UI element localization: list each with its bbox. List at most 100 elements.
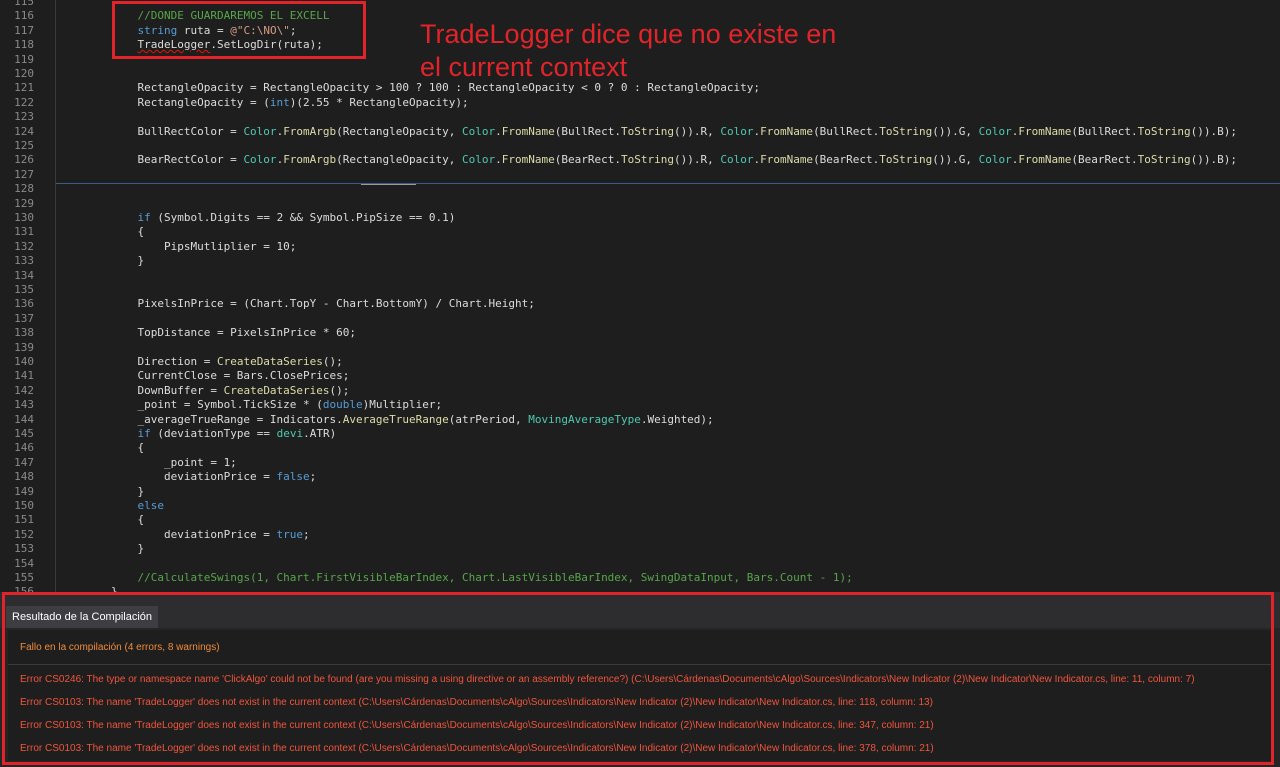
code-text: { bbox=[58, 225, 145, 239]
line-number: 115 bbox=[14, 0, 34, 8]
line-number: 155 bbox=[14, 571, 34, 584]
code-text: _point = Symbol.TickSize * (double)Multi… bbox=[58, 398, 443, 412]
line-number: 116 bbox=[14, 9, 34, 23]
code-line[interactable]: 141 CurrentClose = Bars.ClosePrices; bbox=[0, 369, 1280, 383]
code-line[interactable]: 142 DownBuffer = CreateDataSeries(); bbox=[0, 384, 1280, 398]
line-number: 143 bbox=[14, 398, 34, 412]
line-number: 152 bbox=[14, 527, 34, 541]
line-number: 139 bbox=[14, 340, 34, 354]
line-number: 140 bbox=[14, 355, 34, 368]
code-text: TopDistance = PixelsInPrice * 60; bbox=[58, 326, 357, 340]
code-line[interactable]: 147 _point = 1; bbox=[0, 456, 1280, 470]
line-number: 121 bbox=[14, 81, 34, 95]
code-line[interactable]: 128 bbox=[0, 182, 1280, 196]
code-line[interactable]: 140 Direction = CreateDataSeries(); bbox=[0, 355, 1280, 369]
code-line[interactable]: 138 TopDistance = PixelsInPrice * 60; bbox=[0, 326, 1280, 340]
code-line[interactable]: 139 bbox=[0, 341, 1280, 355]
code-line[interactable]: 135 bbox=[0, 283, 1280, 297]
code-line[interactable]: 131 { bbox=[0, 225, 1280, 239]
annotation-text: TradeLogger dice que no existe en el cur… bbox=[420, 19, 837, 82]
code-text: _point = 1; bbox=[58, 455, 237, 469]
line-number: 145 bbox=[14, 427, 34, 440]
code-text: BullRectColor = Color.FromArgb(Rectangle… bbox=[58, 124, 1237, 138]
code-text: } bbox=[58, 484, 145, 498]
code-text: { bbox=[58, 513, 145, 527]
code-text: PixelsInPrice = (Chart.TopY - Chart.Bott… bbox=[58, 297, 535, 311]
code-line[interactable]: 127 bbox=[0, 168, 1280, 182]
line-number: 132 bbox=[14, 239, 34, 253]
code-line[interactable]: 155 //CalculateSwings(1, Chart.FirstVisi… bbox=[0, 571, 1280, 585]
code-line[interactable]: 123 bbox=[0, 110, 1280, 124]
code-text: } bbox=[58, 542, 145, 556]
code-text: else bbox=[137, 499, 164, 512]
code-text: _averageTrueRange = Indicators.AverageTr… bbox=[58, 412, 714, 426]
code-line[interactable]: 145 if (deviationType == devi.ATR) bbox=[0, 427, 1280, 441]
line-number: 118 bbox=[14, 38, 34, 52]
code-line[interactable]: 150 else bbox=[0, 499, 1280, 513]
code-line[interactable]: 124 BullRectColor = Color.FromArgb(Recta… bbox=[0, 125, 1280, 139]
code-editor[interactable]: 115 116 //DONDE GUARDAREMOS EL EXCELL 117 … bbox=[0, 0, 1280, 592]
line-number: 141 bbox=[14, 369, 34, 383]
line-number: 138 bbox=[14, 326, 34, 340]
code-line[interactable]: 125 bbox=[0, 139, 1280, 153]
line-number: 133 bbox=[14, 254, 34, 268]
code-line[interactable]: 153 } bbox=[0, 542, 1280, 556]
line-number: 136 bbox=[14, 297, 34, 311]
code-line[interactable]: 151 { bbox=[0, 513, 1280, 527]
line-number: 128 bbox=[14, 182, 34, 196]
code-line[interactable]: 122 RectangleOpacity = (int)(2.55 * Rect… bbox=[0, 96, 1280, 110]
code-text: if (deviationType == devi.ATR) bbox=[137, 427, 337, 440]
line-number: 119 bbox=[14, 52, 34, 66]
line-number: 135 bbox=[14, 283, 34, 296]
code-line[interactable]: 136 PixelsInPrice = (Chart.TopY - Chart.… bbox=[0, 297, 1280, 311]
line-number: 123 bbox=[14, 110, 34, 124]
line-number: 148 bbox=[14, 470, 34, 484]
code-text: } bbox=[58, 254, 145, 268]
line-number: 120 bbox=[14, 67, 34, 80]
line-number: 134 bbox=[14, 268, 34, 282]
line-number: 124 bbox=[14, 124, 34, 138]
line-number: 149 bbox=[14, 484, 34, 498]
code-line[interactable]: 134 bbox=[0, 269, 1280, 283]
code-line[interactable]: 154 bbox=[0, 557, 1280, 571]
code-text: } bbox=[58, 585, 118, 592]
line-number: 129 bbox=[14, 196, 34, 210]
line-number: 117 bbox=[14, 23, 34, 37]
line-number: 130 bbox=[14, 211, 34, 224]
code-line[interactable]: 129 bbox=[0, 197, 1280, 211]
line-number: 147 bbox=[14, 455, 34, 469]
line-number: 146 bbox=[14, 441, 34, 455]
code-text: Direction = CreateDataSeries(); bbox=[58, 355, 343, 368]
code-line[interactable]: 133 } bbox=[0, 254, 1280, 268]
line-number: 144 bbox=[14, 412, 34, 426]
code-line[interactable]: 130 if (Symbol.Digits == 2 && Symbol.Pip… bbox=[0, 211, 1280, 225]
code-text: CurrentClose = Bars.ClosePrices; bbox=[58, 369, 350, 383]
code-line[interactable]: 148 deviationPrice = false; bbox=[0, 470, 1280, 484]
line-number: 125 bbox=[14, 139, 34, 152]
code-text: { bbox=[58, 441, 145, 455]
line-number: 126 bbox=[14, 153, 34, 167]
line-number: 142 bbox=[14, 383, 34, 397]
code-line[interactable]: 152 deviationPrice = true; bbox=[0, 528, 1280, 542]
code-line[interactable]: 146 { bbox=[0, 441, 1280, 455]
code-text: PipsMutliplier = 10; bbox=[58, 239, 297, 253]
line-number: 131 bbox=[14, 225, 34, 239]
code-text: deviationPrice = false; bbox=[58, 470, 317, 484]
panel-highlight-box bbox=[2, 592, 1274, 765]
code-line[interactable]: 156 } bbox=[0, 585, 1280, 592]
code-line[interactable]: 132 PipsMutliplier = 10; bbox=[0, 240, 1280, 254]
line-number: 153 bbox=[14, 542, 34, 556]
line-number: 137 bbox=[14, 311, 34, 325]
code-line[interactable]: 144 _averageTrueRange = Indicators.Avera… bbox=[0, 413, 1280, 427]
code-text: if (Symbol.Digits == 2 && Symbol.PipSize… bbox=[137, 211, 456, 224]
code-text: BearRectColor = Color.FromArgb(Rectangle… bbox=[58, 153, 1237, 167]
code-line[interactable]: 149 } bbox=[0, 485, 1280, 499]
code-line[interactable]: 137 bbox=[0, 312, 1280, 326]
code-text: //CalculateSwings(1, Chart.FirstVisibleB… bbox=[137, 571, 853, 584]
code-text: RectangleOpacity = (int)(2.55 * Rectangl… bbox=[58, 95, 469, 109]
line-number: 150 bbox=[14, 499, 34, 512]
line-number: 122 bbox=[14, 95, 34, 109]
line-number: 156 bbox=[14, 585, 34, 592]
code-line[interactable]: 126 BearRectColor = Color.FromArgb(Recta… bbox=[0, 153, 1280, 167]
code-line[interactable]: 143 _point = Symbol.TickSize * (double)M… bbox=[0, 398, 1280, 412]
